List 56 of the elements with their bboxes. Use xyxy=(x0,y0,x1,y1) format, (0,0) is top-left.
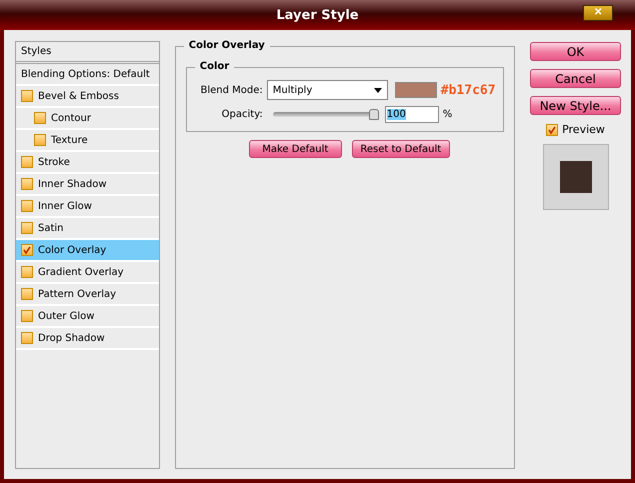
group-title: Color xyxy=(194,61,234,72)
checkbox[interactable] xyxy=(21,90,33,102)
checkbox[interactable] xyxy=(21,332,33,344)
checkbox[interactable] xyxy=(21,200,33,212)
style-label: Inner Shadow xyxy=(38,178,107,190)
dialog-button[interactable]: New Style... xyxy=(530,96,621,115)
style-label: Bevel & Emboss xyxy=(38,90,119,102)
style-label: Drop Shadow xyxy=(38,332,105,344)
dialog-button[interactable]: Cancel xyxy=(530,69,621,88)
checkbox[interactable] xyxy=(21,244,33,256)
caret-icon xyxy=(374,88,382,92)
panel-title: Color Overlay xyxy=(184,40,270,51)
style-label: Satin xyxy=(38,222,64,234)
checkbox[interactable] xyxy=(21,178,33,190)
field-label: Opacity: xyxy=(220,109,263,120)
default-button[interactable]: Make Default xyxy=(248,140,342,158)
default-button[interactable]: Reset to Default xyxy=(352,140,450,158)
style-label: Contour xyxy=(51,112,91,124)
opacity-input[interactable]: 100 xyxy=(384,106,439,123)
style-item[interactable]: Stroke xyxy=(16,152,159,174)
dialog-button[interactable]: OK xyxy=(530,42,621,61)
style-item[interactable]: Gradient Overlay xyxy=(16,262,159,284)
style-label: Outer Glow xyxy=(38,310,94,322)
window-title: Layer Style xyxy=(276,8,359,22)
style-item[interactable]: Drop Shadow xyxy=(16,328,159,350)
style-item[interactable]: Inner Shadow xyxy=(16,174,159,196)
style-item[interactable]: Inner Glow xyxy=(16,196,159,218)
preview-label: Preview xyxy=(562,123,605,136)
style-label: Stroke xyxy=(38,156,70,168)
checkbox[interactable] xyxy=(34,112,46,124)
color-swatch[interactable] xyxy=(394,82,437,98)
checkbox[interactable] xyxy=(21,156,33,168)
style-label: Color Overlay xyxy=(38,244,106,256)
style-item[interactable]: Pattern Overlay xyxy=(16,284,159,306)
checkbox[interactable] xyxy=(21,310,33,322)
style-label: Gradient Overlay xyxy=(38,266,124,278)
slider-thumb[interactable] xyxy=(368,109,379,120)
style-item[interactable]: Outer Glow xyxy=(16,306,159,328)
style-label: Texture xyxy=(51,134,88,146)
percent-sign: % xyxy=(442,109,452,120)
blend-mode-dropdown[interactable]: Multiply xyxy=(266,80,388,100)
preview-checkbox[interactable] xyxy=(546,124,558,136)
style-label: Pattern Overlay xyxy=(38,288,116,300)
checkbox[interactable] xyxy=(34,134,46,146)
hex-annotation: #b17c67 xyxy=(440,82,496,98)
list-header[interactable]: Styles xyxy=(16,42,159,64)
style-item[interactable]: Contour xyxy=(16,108,159,130)
style-item[interactable]: Color Overlay xyxy=(16,240,159,262)
checkbox[interactable] xyxy=(21,222,33,234)
style-item[interactable]: Texture xyxy=(16,130,159,152)
field-label: Blend Mode: xyxy=(199,84,263,96)
checkbox[interactable] xyxy=(21,266,33,278)
style-item[interactable]: Blending Options: Default xyxy=(16,64,159,86)
checkbox[interactable] xyxy=(21,288,33,300)
style-label: Inner Glow xyxy=(38,200,92,212)
style-item[interactable]: Bevel & Emboss xyxy=(16,86,159,108)
